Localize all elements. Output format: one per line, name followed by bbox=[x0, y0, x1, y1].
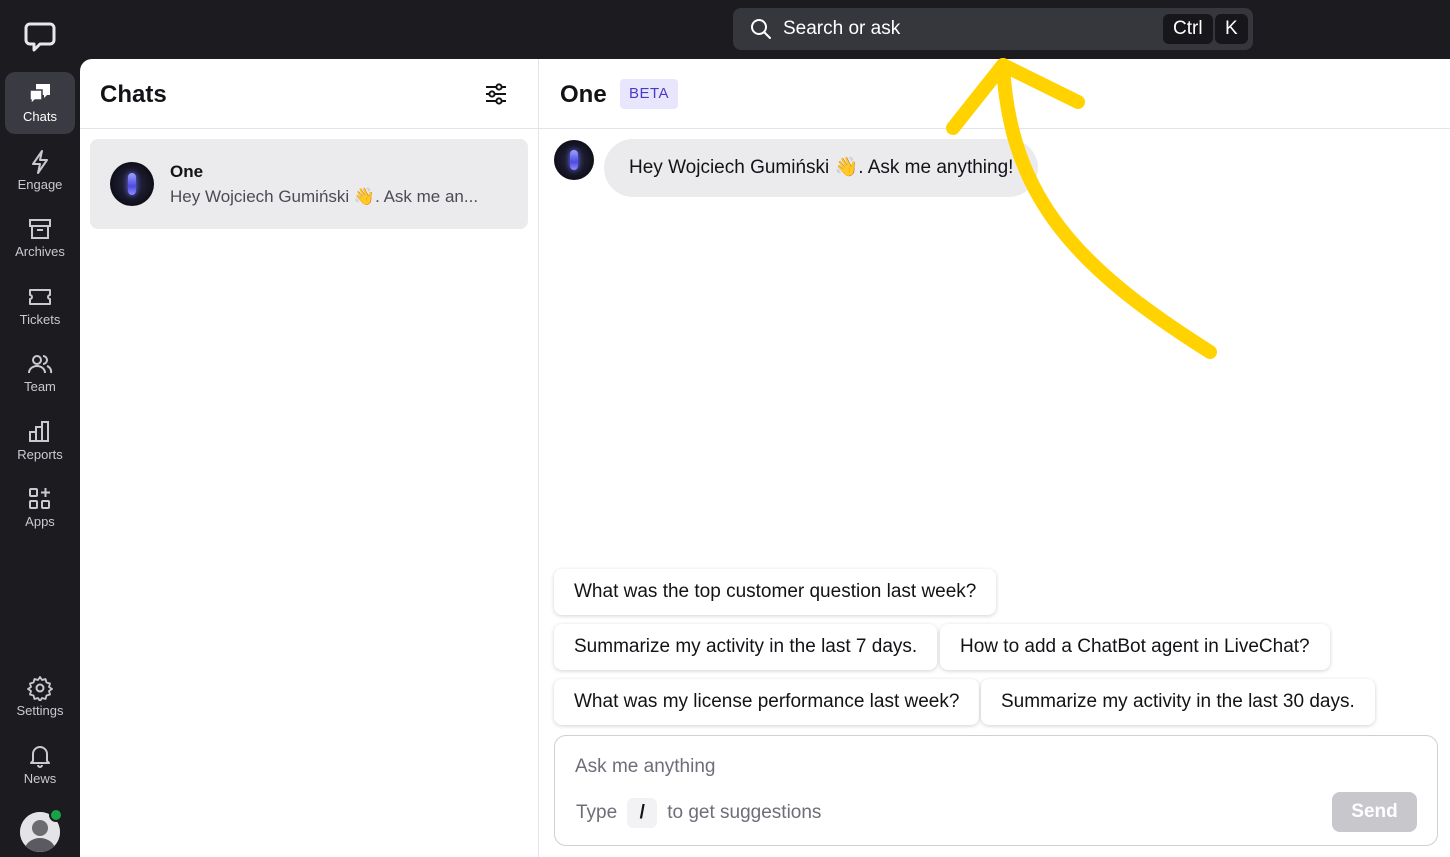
message-bubble: Hey Wojciech Gumiński 👋. Ask me anything… bbox=[604, 139, 1039, 197]
hint-text-after: to get suggestions bbox=[667, 802, 822, 823]
sidebar-item-label: Archives bbox=[15, 244, 65, 259]
chat-preview: Hey Wojciech Gumiński 👋. Ask me an... bbox=[170, 187, 479, 206]
sidebar-item-label: Reports bbox=[17, 447, 63, 462]
sidebar-item-label: Tickets bbox=[19, 312, 61, 327]
chat-name: One bbox=[170, 162, 204, 181]
message-composer[interactable]: Ask me anything Type / to get suggestion… bbox=[554, 735, 1438, 846]
beta-badge: BETA bbox=[620, 79, 679, 109]
chat-list-item[interactable]: One Hey Wojciech Gumiński 👋. Ask me an..… bbox=[90, 139, 528, 229]
shortcut-ctrl-key: Ctrl bbox=[1163, 14, 1213, 44]
archive-icon bbox=[29, 219, 51, 239]
app-logo-icon[interactable] bbox=[22, 18, 58, 54]
conversation-header: One BETA bbox=[539, 59, 1450, 129]
conversation-title: One bbox=[560, 81, 607, 108]
page-title: Chats bbox=[100, 81, 167, 108]
send-button[interactable]: Send bbox=[1332, 792, 1417, 832]
apps-icon bbox=[29, 488, 50, 509]
sidebar-item-label: Settings bbox=[16, 703, 64, 718]
search-placeholder: Search or ask bbox=[783, 18, 901, 39]
gear-icon bbox=[27, 676, 53, 701]
sidebar-item-engage[interactable]: Engage bbox=[5, 140, 75, 202]
team-icon bbox=[28, 355, 53, 374]
lightning-icon bbox=[32, 150, 48, 174]
reports-icon bbox=[29, 421, 49, 442]
sidebar-item-label: News bbox=[23, 771, 57, 786]
bot-avatar-icon bbox=[554, 140, 594, 180]
sidebar-item-chats[interactable]: Chats bbox=[5, 72, 75, 134]
shortcut-k-key: K bbox=[1215, 14, 1248, 44]
suggestion-chip[interactable]: How to add a ChatBot agent in LiveChat? bbox=[940, 624, 1330, 670]
sidebar-item-news[interactable]: News bbox=[5, 734, 75, 796]
conversation-panel: One BETA Hey Wojciech Gumiński 👋. Ask me… bbox=[539, 59, 1450, 857]
message-input[interactable]: Ask me anything bbox=[575, 756, 715, 778]
sidebar-item-label: Team bbox=[24, 379, 56, 394]
ticket-icon bbox=[29, 289, 51, 305]
suggestion-chip[interactable]: Summarize my activity in the last 7 days… bbox=[554, 624, 938, 670]
suggestion-chip[interactable]: What was the top customer question last … bbox=[554, 569, 997, 615]
search-icon bbox=[751, 19, 771, 39]
slash-key: / bbox=[627, 798, 658, 828]
sidebar-item-archives[interactable]: Archives bbox=[5, 207, 75, 269]
sidebar: Chats Engage Archives Tickets Team Repor… bbox=[0, 59, 80, 857]
sidebar-item-apps[interactable]: Apps bbox=[5, 477, 75, 539]
bot-avatar-icon bbox=[110, 162, 154, 206]
sidebar-item-label: Engage bbox=[17, 177, 63, 192]
suggestion-chip[interactable]: Summarize my activity in the last 30 day… bbox=[981, 679, 1375, 725]
hint-text-before: Type bbox=[576, 802, 618, 823]
composer-hint: Type / to get suggestions bbox=[576, 798, 821, 828]
suggestion-chip[interactable]: What was my license performance last wee… bbox=[554, 679, 980, 725]
top-bar: Search or ask Ctrl K bbox=[0, 0, 1450, 59]
sidebar-item-label: Chats bbox=[23, 109, 57, 124]
chats-header: Chats bbox=[80, 59, 538, 129]
sidebar-item-tickets[interactable]: Tickets bbox=[5, 275, 75, 337]
main-area: Chats One Hey Wojciech Gumiński 👋. Ask m… bbox=[80, 59, 1450, 857]
sidebar-item-settings[interactable]: Settings bbox=[5, 666, 75, 728]
chats-panel: Chats One Hey Wojciech Gumiński 👋. Ask m… bbox=[80, 59, 539, 857]
sidebar-item-team[interactable]: Team bbox=[5, 342, 75, 404]
sidebar-item-reports[interactable]: Reports bbox=[5, 410, 75, 472]
online-status-badge bbox=[49, 808, 63, 822]
bell-icon bbox=[30, 746, 50, 768]
filter-settings-icon[interactable] bbox=[483, 81, 509, 107]
search-bar[interactable]: Search or ask Ctrl K bbox=[733, 8, 1253, 50]
sidebar-item-label: Apps bbox=[25, 514, 55, 529]
chats-icon bbox=[29, 84, 50, 106]
